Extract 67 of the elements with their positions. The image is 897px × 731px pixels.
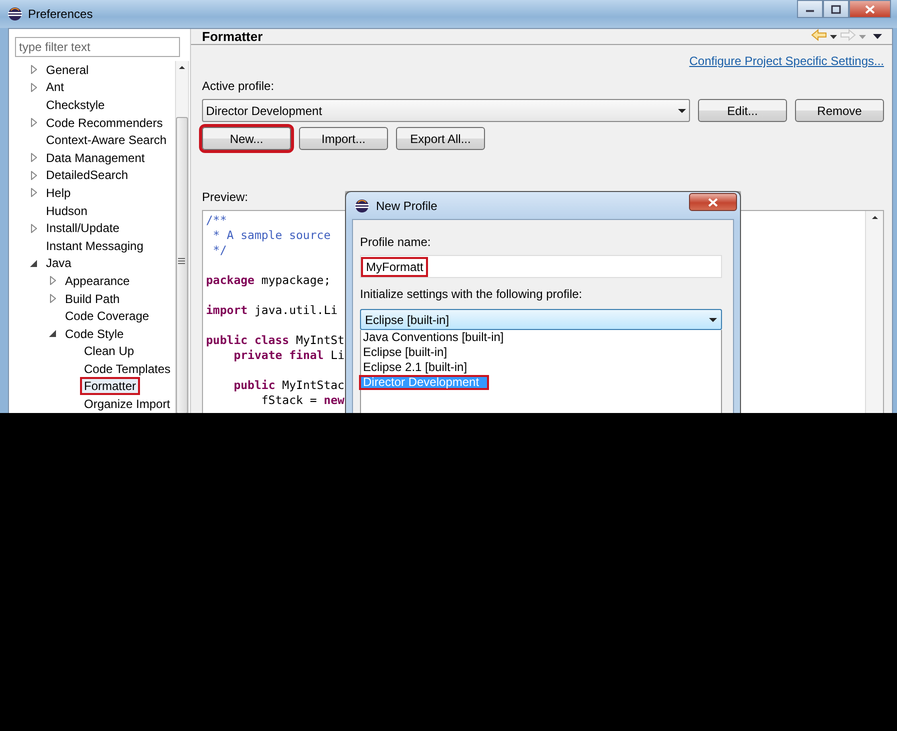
dialog-title: New Profile bbox=[376, 198, 438, 212]
eclipse-icon bbox=[355, 198, 369, 212]
tree-item[interactable]: Context-Aware Search bbox=[42, 131, 171, 150]
dropdown-option[interactable]: Java Conventions [built-in] bbox=[359, 330, 723, 345]
profile-dropdown[interactable]: Director Development bbox=[202, 99, 690, 122]
profile-button[interactable]: New... bbox=[202, 127, 291, 150]
tree-item[interactable]: Code Coverage bbox=[61, 307, 154, 326]
tree-item[interactable]: Ant bbox=[42, 78, 68, 96]
maximize-button[interactable] bbox=[823, 0, 849, 18]
grip-icon bbox=[178, 258, 185, 264]
field-label: Initialize settings with the following profile: bbox=[360, 287, 584, 301]
caret-icon bbox=[709, 318, 717, 322]
maximize-icon bbox=[831, 4, 841, 14]
tree-item[interactable]: Install/Update bbox=[42, 219, 124, 238]
profile-button[interactable]: Edit... bbox=[698, 99, 787, 122]
code-line: public MyIntStac bbox=[232, 378, 344, 393]
code-line: fStack = new bbox=[260, 393, 344, 408]
profile-button[interactable]: Remove bbox=[795, 99, 884, 122]
tree-item[interactable]: Code Style bbox=[61, 324, 128, 343]
eclipse-icon bbox=[8, 7, 22, 21]
dropdown-icon bbox=[859, 34, 866, 38]
tree-item[interactable]: Instant Messaging bbox=[42, 236, 148, 255]
minimize-button[interactable] bbox=[797, 0, 823, 18]
tree-item[interactable]: Checkstyle bbox=[42, 96, 109, 114]
profile-button[interactable]: Export All... bbox=[396, 127, 485, 150]
tree-item[interactable]: Build Path bbox=[61, 290, 124, 308]
view-menu-icon bbox=[873, 34, 882, 39]
tree-item[interactable]: General bbox=[42, 61, 93, 79]
page-title: Formatter bbox=[202, 29, 264, 44]
code-line: public class MyIntSt bbox=[206, 333, 344, 348]
code-line: private final Li bbox=[232, 348, 344, 363]
tree-item[interactable]: Java bbox=[42, 254, 76, 272]
tree-item[interactable]: Hudson bbox=[42, 202, 92, 220]
tree-item[interactable]: Help bbox=[42, 184, 75, 202]
close-button[interactable] bbox=[689, 193, 737, 211]
close-icon bbox=[708, 198, 718, 206]
scroll-up-icon bbox=[870, 214, 878, 220]
code-line: * A sample source bbox=[212, 228, 331, 243]
dropdown-option[interactable]: Eclipse 2.1 [built-in] bbox=[359, 360, 723, 375]
field-label: Preview: bbox=[202, 190, 248, 204]
scrollbar[interactable] bbox=[174, 61, 188, 413]
tree-item[interactable]: Clean Up bbox=[80, 342, 138, 360]
dropdown-icon bbox=[830, 34, 837, 38]
back-arrow-icon bbox=[811, 29, 827, 41]
field-label: Active profile: bbox=[202, 79, 274, 93]
tree-item[interactable]: DetailedSearch bbox=[42, 166, 132, 184]
code-line: */ bbox=[212, 243, 227, 258]
profile-button[interactable]: Import... bbox=[299, 127, 388, 150]
profile-name-field[interactable]: MyFormatt bbox=[360, 255, 722, 278]
caret-icon bbox=[678, 108, 686, 112]
code-line: package mypackage; bbox=[206, 273, 331, 288]
tree-item[interactable]: Code Templates bbox=[80, 360, 174, 378]
code-line: import java.util.Li bbox=[206, 303, 338, 318]
tree-item[interactable]: Data Management bbox=[42, 148, 149, 167]
filter-field[interactable]: type filter text bbox=[15, 37, 180, 57]
window-title: Preferences bbox=[28, 7, 93, 21]
tree-item[interactable]: Organize Import bbox=[80, 395, 174, 413]
close-icon bbox=[865, 4, 875, 14]
tree-item[interactable]: Formatter bbox=[80, 377, 140, 396]
tree-item[interactable]: Code Recommenders bbox=[42, 114, 167, 132]
dropdown-option[interactable]: Eclipse [built-in] bbox=[359, 345, 723, 360]
profile-dropdown[interactable]: Eclipse [built-in] bbox=[360, 309, 722, 330]
close-button[interactable] bbox=[849, 0, 891, 18]
tree-item[interactable]: Appearance bbox=[61, 272, 134, 290]
configure-link[interactable]: Configure Project Specific Settings... bbox=[689, 54, 884, 68]
code-line: /** bbox=[206, 213, 227, 228]
field-label: Profile name: bbox=[360, 235, 432, 249]
